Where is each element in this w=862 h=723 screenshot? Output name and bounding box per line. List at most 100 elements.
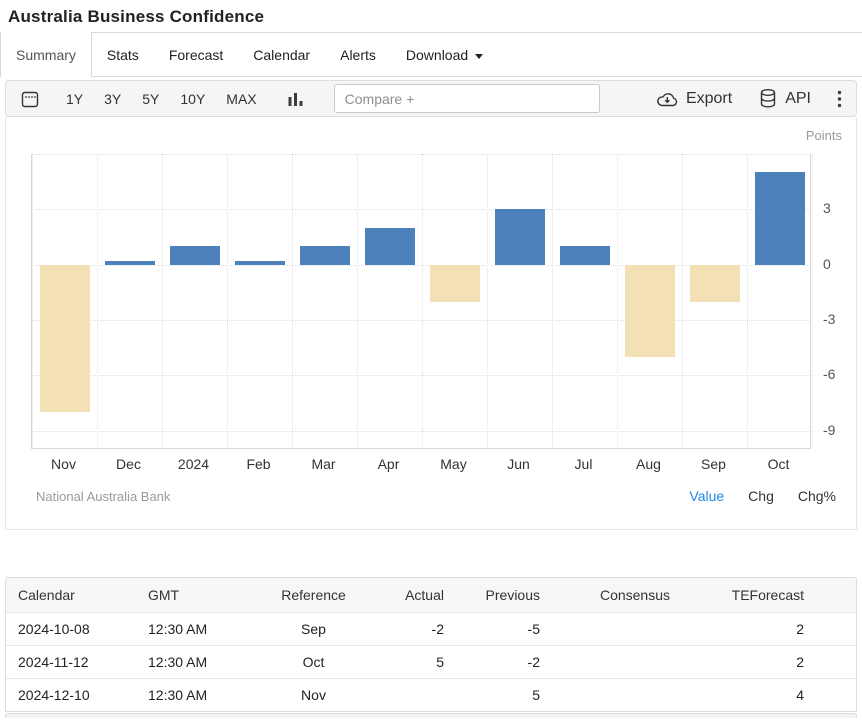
- caret-down-icon: [475, 54, 483, 59]
- range-3y[interactable]: 3Y: [104, 91, 121, 107]
- tab-bar: Summary Stats Forecast Calendar Alerts D…: [0, 32, 862, 77]
- x-axis-label: Apr: [356, 456, 421, 472]
- grid-line-vertical: [552, 154, 553, 448]
- bar-2024[interactable]: [170, 246, 220, 264]
- x-axis-label: Oct: [746, 456, 811, 472]
- grid-line-horizontal: [32, 154, 810, 155]
- grid-line-vertical: [32, 154, 33, 448]
- table-cell: 2: [682, 646, 856, 679]
- tab-calendar[interactable]: Calendar: [238, 33, 325, 76]
- y-axis-tick-label: 3: [823, 200, 831, 216]
- grid-line-vertical: [162, 154, 163, 448]
- tab-stats[interactable]: Stats: [92, 33, 154, 76]
- tab-alerts[interactable]: Alerts: [325, 33, 391, 76]
- table-cell: -2: [371, 613, 456, 646]
- column-header-consensus: Consensus: [552, 578, 682, 613]
- x-axis-label: Aug: [616, 456, 681, 472]
- grid-line-vertical: [812, 154, 813, 448]
- grid-line-vertical: [747, 154, 748, 448]
- table-row[interactable]: 2024-10-0812:30 AMSep-2-52: [6, 613, 856, 646]
- x-axis-label: Sep: [681, 456, 746, 472]
- column-header-previous: Previous: [456, 578, 552, 613]
- bar-mar[interactable]: [300, 246, 350, 264]
- column-header-calendar: Calendar: [6, 578, 136, 613]
- grid-line-vertical: [357, 154, 358, 448]
- y-axis-tick-label: -6: [823, 366, 835, 382]
- table-cell: 2024-10-08: [6, 613, 136, 646]
- table-cell: [552, 646, 682, 679]
- column-header-actual: Actual: [371, 578, 456, 613]
- bar-aug[interactable]: [625, 265, 675, 357]
- value-link[interactable]: Value: [689, 488, 724, 504]
- table-cell: Nov: [256, 679, 371, 712]
- table-cell: 4: [682, 679, 856, 712]
- tab-forecast[interactable]: Forecast: [154, 33, 238, 76]
- y-axis-unit-label: Points: [806, 128, 842, 143]
- column-header-reference: Reference: [256, 578, 371, 613]
- calendar-range-button[interactable]: [20, 89, 40, 109]
- chart-toolbar: 1Y 3Y 5Y 10Y MAX Export API: [5, 80, 857, 117]
- x-axis-label: May: [421, 456, 486, 472]
- bar-chart-icon: [287, 90, 304, 108]
- range-1y[interactable]: 1Y: [66, 91, 83, 107]
- grid-line-horizontal: [32, 431, 810, 432]
- grid-line-horizontal: [32, 320, 810, 321]
- chg-percent-link[interactable]: Chg%: [798, 488, 836, 504]
- y-axis-tick-label: -3: [823, 311, 835, 327]
- grid-line-vertical: [97, 154, 98, 448]
- table-row[interactable]: 2024-12-1012:30 AMNov54: [6, 679, 856, 712]
- x-axis-label: Jun: [486, 456, 551, 472]
- calendar-icon: [20, 89, 40, 109]
- table-row[interactable]: 2024-11-1212:30 AMOct5-22: [6, 646, 856, 679]
- export-button[interactable]: Export: [655, 89, 732, 109]
- bar-feb[interactable]: [235, 261, 285, 265]
- bar-apr[interactable]: [365, 228, 415, 265]
- chart-card: Points 30-3-6-9 NovDec2024FebMarAprMayJu…: [5, 117, 857, 530]
- table-cell: [552, 613, 682, 646]
- y-axis-tick-label: -9: [823, 422, 835, 438]
- bar-dec[interactable]: [105, 261, 155, 265]
- bar-jun[interactable]: [495, 209, 545, 264]
- range-10y[interactable]: 10Y: [180, 91, 205, 107]
- grid-line-vertical: [227, 154, 228, 448]
- tab-summary[interactable]: Summary: [0, 32, 92, 77]
- database-icon: [758, 88, 778, 109]
- bar-sep[interactable]: [690, 265, 740, 302]
- table-cell: 2024-11-12: [6, 646, 136, 679]
- tab-download[interactable]: Download: [391, 33, 498, 76]
- compare-input[interactable]: [334, 84, 600, 113]
- table-cell: 2024-12-10: [6, 679, 136, 712]
- cloud-download-icon: [655, 89, 679, 109]
- api-button[interactable]: API: [758, 88, 811, 109]
- bar-may[interactable]: [430, 265, 480, 302]
- kebab-menu-icon: [837, 90, 842, 108]
- kebab-menu-button[interactable]: [837, 90, 842, 108]
- table-cell: 5: [371, 646, 456, 679]
- grid-line-vertical: [617, 154, 618, 448]
- range-max[interactable]: MAX: [226, 91, 256, 107]
- table-cell: [552, 679, 682, 712]
- table-cell: 5: [456, 679, 552, 712]
- page-header: Australia Business Confidence: [0, 0, 862, 32]
- y-axis-tick-label: 0: [823, 256, 831, 272]
- x-axis-label: 2024: [161, 456, 226, 472]
- bar-jul[interactable]: [560, 246, 610, 264]
- grid-line-vertical: [292, 154, 293, 448]
- table-cell: Sep: [256, 613, 371, 646]
- chg-link[interactable]: Chg: [748, 488, 774, 504]
- table-cell: 12:30 AM: [136, 613, 256, 646]
- x-axis-label: Dec: [96, 456, 161, 472]
- bar-oct[interactable]: [755, 172, 805, 264]
- grid-line-vertical: [487, 154, 488, 448]
- table-cell: -2: [456, 646, 552, 679]
- range-5y[interactable]: 5Y: [142, 91, 159, 107]
- column-header-teforecast: TEForecast: [682, 578, 856, 613]
- chart-source-link[interactable]: National Australia Bank: [36, 489, 170, 504]
- grid-line-horizontal: [32, 209, 810, 210]
- table-cell: [371, 679, 456, 712]
- x-axis-label: Mar: [291, 456, 356, 472]
- chart-type-button[interactable]: [287, 90, 304, 108]
- table-cell: 12:30 AM: [136, 646, 256, 679]
- bar-nov[interactable]: [40, 265, 90, 413]
- x-axis-label: Jul: [551, 456, 616, 472]
